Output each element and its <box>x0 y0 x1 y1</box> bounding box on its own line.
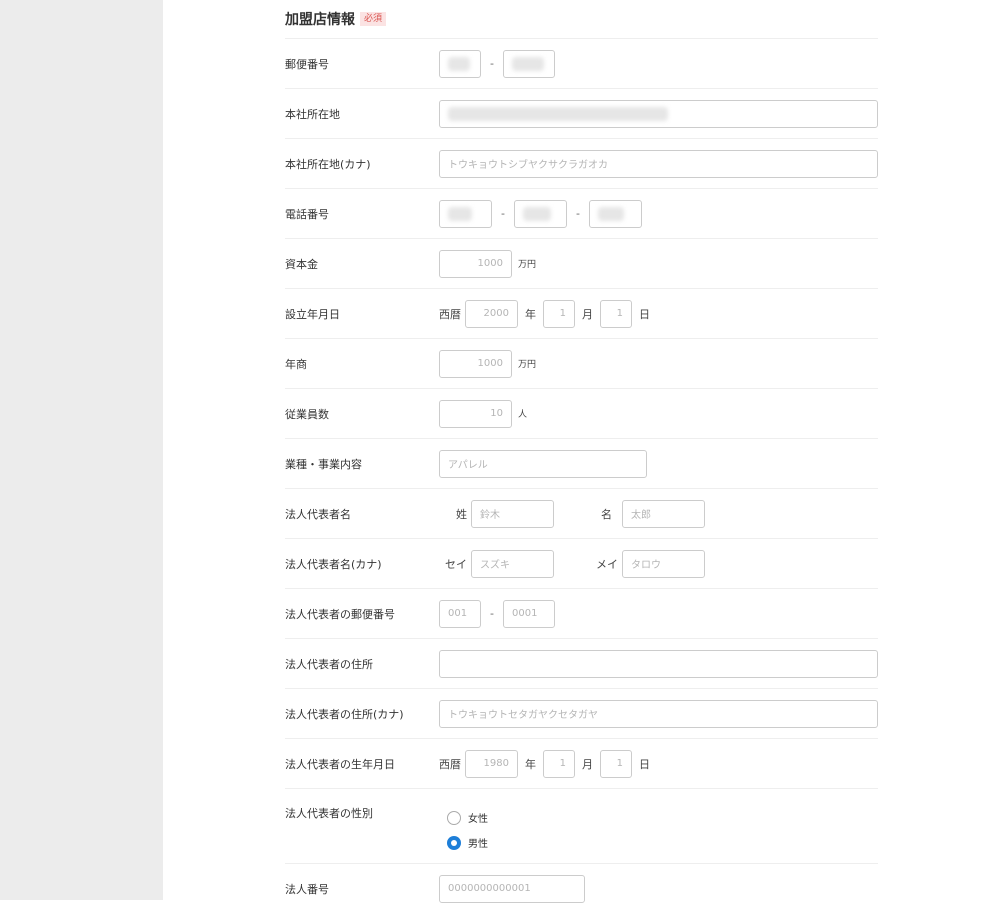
address-kana-label: 本社所在地(カナ) <box>285 157 371 171</box>
capital-unit: 万円 <box>518 260 537 270</box>
founded-month-unit: 月 <box>582 307 593 321</box>
founded-day-input[interactable]: 1 <box>600 299 632 328</box>
rep-gender-radio-group: 女性 男性 <box>439 789 488 855</box>
founded-year-input[interactable]: 2000 <box>465 299 518 328</box>
founded-year-unit: 年 <box>525 307 536 321</box>
rep-birth-era: 西暦 <box>439 757 461 771</box>
employees-unit: 人 <box>518 410 528 420</box>
rep-gender-label: 法人代表者の性別 <box>285 807 373 820</box>
gender-option-female[interactable]: 女性 <box>447 805 488 830</box>
founded-era: 西暦 <box>439 307 461 321</box>
phone-input-2[interactable] <box>513 199 567 228</box>
radio-checked-icon[interactable] <box>447 835 461 850</box>
row-postal: 郵便番号 - <box>285 39 878 89</box>
rep-name-label: 法人代表者名 <box>285 507 351 521</box>
row-rep-address-kana: 法人代表者の住所(カナ) トウキョウトセタガヤクセタガヤ <box>285 689 878 739</box>
row-rep-name: 法人代表者名 姓 鈴木 名 太郎 <box>285 489 878 539</box>
rep-birth-day-unit: 日 <box>639 757 650 771</box>
rep-postal-label: 法人代表者の郵便番号 <box>285 607 395 621</box>
rep-address-kana-label: 法人代表者の住所(カナ) <box>285 707 404 721</box>
required-badge: 必須 <box>360 12 387 26</box>
rep-last-name-kana-label: セイ <box>445 557 467 571</box>
rep-last-name-kana-input[interactable]: スズキ <box>471 549 554 578</box>
row-rep-name-kana: 法人代表者名(カナ) セイ スズキ メイ タロウ <box>285 539 878 589</box>
rep-postal-separator: - <box>490 607 494 620</box>
business-label: 業種・事業内容 <box>285 457 362 471</box>
left-gutter <box>0 0 163 900</box>
postal-separator: - <box>490 57 494 70</box>
phone-label: 電話番号 <box>285 207 329 221</box>
founded-label: 設立年月日 <box>285 307 340 321</box>
postal-input-1[interactable] <box>439 49 481 78</box>
rep-name-kana-label: 法人代表者名(カナ) <box>285 557 382 571</box>
rep-first-name-kana-input[interactable]: タロウ <box>622 549 705 578</box>
phone-input-3[interactable] <box>588 199 642 228</box>
gender-option-label: 男性 <box>468 839 488 850</box>
row-corp-number: 法人番号 0000000000001 <box>285 864 878 913</box>
capital-label: 資本金 <box>285 257 318 271</box>
row-rep-gender: 法人代表者の性別 女性 男性 <box>285 789 878 864</box>
rep-first-name-kana-label: メイ <box>596 557 618 571</box>
rep-first-name-label: 名 <box>601 507 612 521</box>
rep-address-label: 法人代表者の住所 <box>285 657 373 671</box>
corp-number-input[interactable]: 0000000000001 <box>439 874 585 903</box>
capital-input[interactable]: 1000 <box>439 249 512 278</box>
merchant-info-form: 加盟店情報 必須 郵便番号 - 本社所在地 本社所在地(カナ) トウキョウトシブ… <box>285 0 878 913</box>
rep-last-name-label: 姓 <box>456 507 467 521</box>
rep-postal-input-2[interactable]: 0001 <box>502 599 555 628</box>
gender-option-male[interactable]: 男性 <box>447 830 488 855</box>
annual-sales-label: 年商 <box>285 357 307 371</box>
row-phone: 電話番号 - - <box>285 189 878 239</box>
rep-birth-label: 法人代表者の生年月日 <box>285 757 395 771</box>
radio-unchecked-icon[interactable] <box>447 810 461 825</box>
founded-day-unit: 日 <box>639 307 650 321</box>
rep-birth-month-unit: 月 <box>582 757 593 771</box>
section-header: 加盟店情報 必須 <box>285 0 878 39</box>
row-rep-birth: 法人代表者の生年月日 西暦 1980 年 1 月 1 日 <box>285 739 878 789</box>
annual-sales-input[interactable]: 1000 <box>439 349 512 378</box>
annual-sales-unit: 万円 <box>518 360 537 370</box>
row-address: 本社所在地 <box>285 89 878 139</box>
corp-number-label: 法人番号 <box>285 882 329 896</box>
phone-input-1[interactable] <box>439 199 492 228</box>
rep-address-kana-input[interactable]: トウキョウトセタガヤクセタガヤ <box>439 699 878 728</box>
row-capital: 資本金 1000 万円 <box>285 239 878 289</box>
rep-birth-year-input[interactable]: 1980 <box>465 749 518 778</box>
gender-option-label: 女性 <box>468 814 488 825</box>
row-address-kana: 本社所在地(カナ) トウキョウトシブヤクサクラガオカ <box>285 139 878 189</box>
founded-month-input[interactable]: 1 <box>543 299 575 328</box>
rep-first-name-input[interactable]: 太郎 <box>622 499 705 528</box>
phone-separator-1: - <box>501 207 505 220</box>
address-label: 本社所在地 <box>285 107 340 121</box>
section-title: 加盟店情報 <box>285 12 355 28</box>
phone-separator-2: - <box>575 207 580 220</box>
row-founded: 設立年月日 西暦 2000 年 1 月 1 日 <box>285 289 878 339</box>
rep-birth-month-input[interactable]: 1 <box>543 749 575 778</box>
employees-input[interactable]: 10 <box>439 399 512 428</box>
postal-label: 郵便番号 <box>285 57 329 71</box>
rep-last-name-input[interactable]: 鈴木 <box>471 499 554 528</box>
rep-birth-day-input[interactable]: 1 <box>600 749 632 778</box>
row-annual-sales: 年商 1000 万円 <box>285 339 878 389</box>
row-business: 業種・事業内容 アパレル <box>285 439 878 489</box>
postal-input-2[interactable] <box>502 49 555 78</box>
business-input[interactable]: アパレル <box>439 449 647 478</box>
row-employees: 従業員数 10 人 <box>285 389 878 439</box>
rep-postal-input-1[interactable]: 001 <box>439 599 481 628</box>
row-rep-postal: 法人代表者の郵便番号 001 - 0001 <box>285 589 878 639</box>
rep-birth-year-unit: 年 <box>525 757 536 771</box>
employees-label: 従業員数 <box>285 407 329 421</box>
rep-address-input[interactable] <box>439 649 878 678</box>
address-kana-input[interactable]: トウキョウトシブヤクサクラガオカ <box>439 149 878 178</box>
address-input[interactable] <box>439 99 878 128</box>
row-rep-address: 法人代表者の住所 <box>285 639 878 689</box>
